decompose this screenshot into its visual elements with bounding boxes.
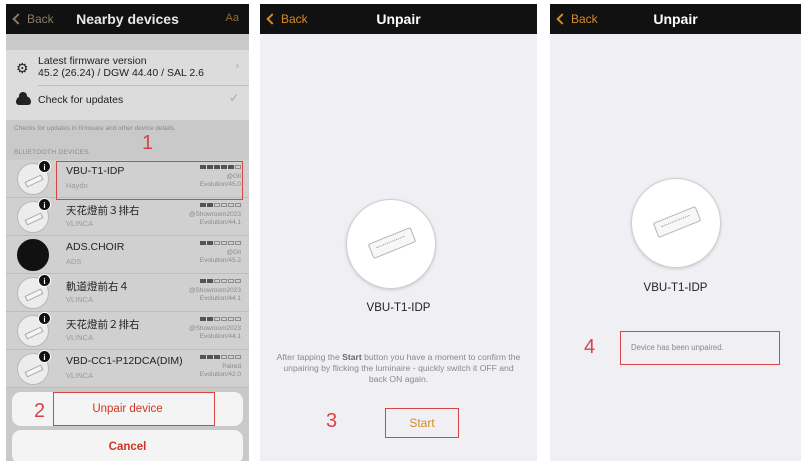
device-meta: @Showroom2023 Evolution/44.1: [189, 287, 241, 303]
device-firmware: Evolution/45.2: [199, 257, 241, 264]
step-number: 2: [34, 400, 46, 422]
nearby-devices-screen: Back Nearby devices Aa ⚙ Latest firmware…: [6, 4, 249, 461]
gear-icon: ⚙: [16, 60, 29, 76]
cloud-icon: [16, 92, 31, 105]
chevron-right-icon: ›: [235, 60, 239, 72]
divider: [38, 85, 249, 86]
device-meta: @Showroom2023 Evolution/44.1: [189, 211, 241, 227]
device-group: ADS: [66, 257, 82, 266]
device-meta: Paired Evolution/42.0: [200, 363, 241, 379]
device-image: [346, 199, 436, 289]
nav-bar: Back Nearby devices Aa: [6, 4, 249, 34]
device-firmware: Evolution/44.1: [199, 295, 241, 302]
device-status: Paired: [222, 363, 241, 370]
luminaire-icon: [24, 364, 44, 378]
section-label: BLUETOOTH DEVICES: [14, 149, 90, 156]
device-row[interactable]: ADS.CHOIR ADS @Gll Evolution/45.2: [6, 236, 249, 274]
signal-strength-icon: [200, 279, 241, 283]
luminaire-icon: [24, 212, 44, 226]
device-name: ADS.CHOIR: [66, 241, 125, 253]
luminaire-icon: [24, 288, 44, 302]
signal-strength-icon: [200, 241, 241, 245]
device-firmware: Evolution/44.1: [199, 219, 241, 226]
firmware-hint: Checks for updates in firmware and other…: [14, 125, 176, 132]
unpair-start-screen: Back Unpair VBU-T1-IDP After tapping the…: [260, 4, 537, 461]
start-button[interactable]: Start: [385, 408, 459, 438]
device-firmware: Evolution/42.0: [199, 371, 241, 378]
device-name: 天花燈前３排右: [66, 205, 140, 217]
signal-strength-icon: [200, 203, 241, 207]
highlight-box: [56, 161, 243, 200]
device-name: 軌道燈前右４: [66, 281, 129, 293]
device-row[interactable]: i 天花燈前２排右 VLINCA @Showroom2023 Evolution/…: [6, 312, 249, 350]
instruction-text: After tapping the: [276, 352, 343, 362]
page-title: Unpair: [376, 11, 421, 27]
device-group: VLINCA: [66, 333, 94, 342]
firmware-section: ⚙ Latest firmware version 45.2 (26.24) /…: [6, 50, 249, 120]
step-number: 3: [326, 410, 338, 432]
checkmark-icon: ✓: [228, 91, 239, 105]
device-meta: @Gll Evolution/45.2: [200, 249, 241, 265]
device-group: VLINCA: [66, 219, 94, 228]
luminaire-icon: [652, 205, 702, 239]
firmware-title: Latest firmware version: [38, 55, 147, 67]
unpair-done-screen: Back Unpair VBU-T1-IDP Device has been u…: [550, 4, 801, 461]
firmware-text: Latest firmware version 45.2 (26.24) / D…: [38, 55, 204, 79]
info-icon[interactable]: i: [38, 274, 51, 287]
info-icon[interactable]: i: [38, 198, 51, 211]
instruction-emphasis: Start: [342, 352, 362, 362]
firmware-version: 45.2 (26.24) / DGW 44.40 / SAL 2.6: [38, 67, 204, 79]
device-group: VLINCA: [66, 371, 94, 380]
unpaired-message: Device has been unpaired.: [620, 331, 780, 365]
signal-strength-icon: [200, 355, 241, 359]
device-avatar: [17, 239, 49, 271]
device-image: [631, 178, 721, 268]
device-row[interactable]: i 天花燈前３排右 VLINCA @Showroom2023 Evolution/…: [6, 198, 249, 236]
device-row[interactable]: i VBD-CC1-P12DCA(DIM) VLINCA Paired Evolu…: [6, 350, 249, 388]
check-updates-row[interactable]: Check for updates ✓: [6, 88, 249, 122]
nav-bar: Back Unpair: [550, 4, 801, 34]
device-name: VBD-CC1-P12DCA(DIM): [66, 355, 183, 367]
info-icon[interactable]: i: [38, 350, 51, 363]
text-size-button[interactable]: Aa: [226, 12, 239, 24]
device-location: @Gll: [226, 249, 241, 256]
check-updates-label: Check for updates: [38, 94, 124, 106]
step-number: 1: [142, 132, 154, 154]
device-location: @Showroom2023: [188, 325, 241, 332]
device-name: 天花燈前２排右: [66, 319, 140, 331]
device-group: VLINCA: [66, 295, 94, 304]
device-location: @Showroom2023: [188, 211, 241, 218]
device-firmware: Evolution/44.1: [199, 333, 241, 340]
device-name: VBU-T1-IDP: [366, 302, 431, 314]
luminaire-icon: [24, 174, 44, 188]
page-title: Nearby devices: [76, 11, 179, 27]
luminaire-icon: [367, 226, 417, 260]
highlight-box: [53, 392, 215, 426]
signal-strength-icon: [200, 317, 241, 321]
page-title: Unpair: [653, 11, 698, 27]
device-name: VBU-T1-IDP: [643, 282, 708, 294]
step-number: 4: [584, 336, 596, 358]
nav-bar: Back Unpair: [260, 4, 537, 34]
unpair-instructions: After tapping the Start button you have …: [276, 352, 521, 385]
firmware-row[interactable]: ⚙ Latest firmware version 45.2 (26.24) /…: [6, 50, 249, 84]
cancel-button[interactable]: Cancel: [12, 430, 243, 461]
device-location: @Showroom2023: [188, 287, 241, 294]
device-row[interactable]: i 軌道燈前右４ VLINCA @Showroom2023 Evolution/4…: [6, 274, 249, 312]
info-icon[interactable]: i: [38, 160, 51, 173]
luminaire-icon: [24, 326, 44, 340]
info-icon[interactable]: i: [38, 312, 51, 325]
device-meta: @Showroom2023 Evolution/44.1: [189, 325, 241, 341]
